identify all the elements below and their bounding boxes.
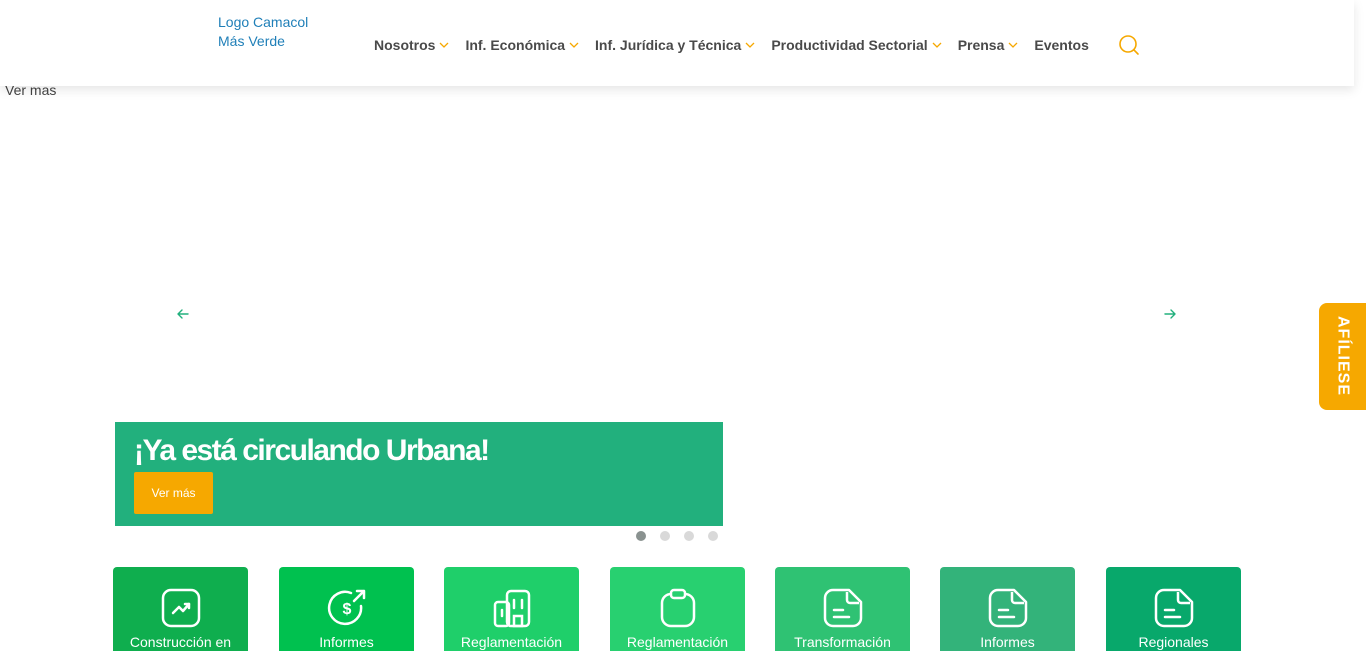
carousel-dot-1[interactable] — [636, 531, 646, 541]
nav-label: Nosotros — [374, 37, 436, 53]
category-card[interactable]: Reglamentación — [610, 567, 745, 651]
ver-mas-button[interactable]: Ver más — [134, 472, 213, 514]
category-card[interactable]: Transformación — [775, 567, 910, 651]
category-label: Reglamentación — [460, 634, 563, 650]
clipboard-icon — [660, 588, 696, 628]
category-card[interactable]: Reglamentación — [444, 567, 579, 651]
category-cards: Construcción en $ Informes Reglamentació… — [113, 567, 1243, 651]
carousel-dots — [636, 531, 732, 541]
nav-label: Productividad Sectorial — [771, 37, 928, 53]
chevron-down-icon — [439, 42, 449, 48]
logo-text-line2: Más Verde — [218, 33, 285, 49]
carousel-prev-button[interactable] — [171, 302, 195, 326]
document-icon — [823, 588, 863, 628]
svg-text:$: $ — [343, 601, 352, 618]
afiliese-label: AFÍLIESE — [1334, 316, 1352, 397]
carousel-dot-2[interactable] — [660, 531, 670, 541]
document-icon — [1154, 588, 1194, 628]
category-label: Transformación — [794, 634, 891, 650]
category-label: Regionales — [1138, 634, 1209, 650]
category-card[interactable]: Regionales — [1106, 567, 1241, 651]
arrow-right-icon — [1164, 309, 1176, 319]
carousel-dot-4[interactable] — [708, 531, 718, 541]
category-label: Reglamentación — [626, 634, 729, 650]
nav-label: Eventos — [1034, 37, 1089, 53]
page: Logo Camacol Más Verde Nosotros Inf. Eco… — [0, 0, 1366, 651]
logo-link[interactable]: Logo Camacol Más Verde — [218, 13, 338, 51]
category-card[interactable]: Informes — [940, 567, 1075, 651]
trend-chart-icon — [161, 588, 201, 628]
chevron-down-icon — [569, 42, 579, 48]
buildings-icon — [493, 589, 531, 628]
category-label: Informes — [319, 634, 374, 650]
chevron-down-icon — [745, 42, 755, 48]
chevron-down-icon — [932, 42, 942, 48]
site-header: Logo Camacol Más Verde Nosotros Inf. Eco… — [0, 0, 1354, 86]
arrow-left-icon — [177, 309, 189, 319]
search-icon[interactable] — [1118, 34, 1140, 56]
nav-item-eventos[interactable]: Eventos — [1034, 37, 1088, 53]
nav-item-nosotros[interactable]: Nosotros — [374, 37, 450, 53]
afiliese-tab[interactable]: AFÍLIESE — [1319, 303, 1366, 410]
category-label: Construcción en — [129, 634, 232, 650]
nav-label: Prensa — [957, 37, 1005, 53]
nav-label: Inf. Económica — [465, 37, 566, 53]
carousel-next-button[interactable] — [1158, 302, 1182, 326]
category-card[interactable]: $ Informes — [279, 567, 414, 651]
category-card[interactable]: Construcción en — [113, 567, 248, 651]
nav-item-inf-juridica-tecnica[interactable]: Inf. Jurídica y Técnica — [595, 37, 756, 53]
category-label: Informes — [980, 634, 1035, 650]
carousel-banner: ¡Ya está circulando Urbana! Ver más — [115, 422, 723, 526]
nav-item-inf-economica[interactable]: Inf. Económica — [465, 37, 580, 53]
document-icon — [988, 588, 1028, 628]
logo-text-line1: Logo Camacol — [218, 14, 309, 30]
nav-item-productividad-sectorial[interactable]: Productividad Sectorial — [771, 37, 942, 53]
banner-title: ¡Ya está circulando Urbana! — [134, 434, 490, 467]
chevron-down-icon — [1008, 42, 1018, 48]
main-nav: Nosotros Inf. Económica Inf. Jurídica y … — [374, 35, 1104, 55]
carousel-dot-3[interactable] — [684, 531, 694, 541]
nav-label: Inf. Jurídica y Técnica — [595, 37, 742, 53]
dollar-circle-icon: $ — [327, 589, 366, 626]
nav-item-prensa[interactable]: Prensa — [958, 37, 1020, 53]
